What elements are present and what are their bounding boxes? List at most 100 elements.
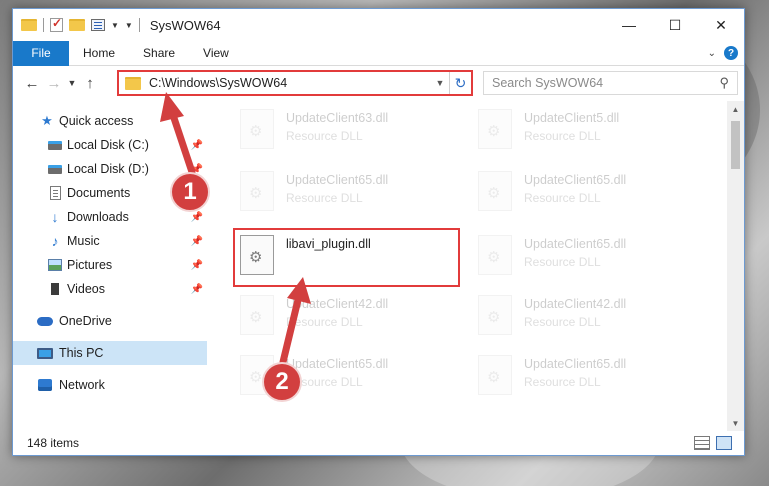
pin-icon[interactable]: 📌 bbox=[191, 140, 203, 151]
this-pc-icon bbox=[37, 345, 53, 361]
title-separator bbox=[138, 18, 140, 32]
file-type: Resource DLL bbox=[524, 315, 601, 329]
tab-view[interactable]: View bbox=[189, 41, 243, 66]
ribbon-tabs: File Home Share View ⌄ ? bbox=[13, 40, 744, 66]
folder-icon bbox=[21, 19, 37, 31]
refresh-icon[interactable]: ↻ bbox=[449, 72, 471, 94]
file-type: Resource DLL bbox=[524, 255, 601, 269]
address-path[interactable]: C:\Windows\SysWOW64 bbox=[149, 76, 431, 90]
ribbon-right-controls: ⌄ ? bbox=[708, 46, 738, 60]
address-bar[interactable]: C:\Windows\SysWOW64 ▼ ↻ bbox=[117, 70, 473, 96]
pin-icon[interactable]: 📌 bbox=[191, 284, 203, 295]
forward-arrow-icon[interactable]: → bbox=[43, 72, 65, 94]
file-name: UpdateClient42.dll bbox=[286, 297, 389, 311]
tiles-view-icon[interactable] bbox=[716, 436, 732, 450]
search-box[interactable]: Search SysWOW64 ⚲ bbox=[483, 71, 738, 95]
sidebar-item-this-pc[interactable]: This PC bbox=[13, 341, 207, 365]
sidebar-item-label: Music bbox=[67, 234, 100, 248]
sidebar-item-quick-access[interactable]: ★ Quick access bbox=[13, 109, 207, 133]
file-item[interactable]: UpdateClient42.dll Resource DLL bbox=[238, 289, 448, 337]
customize-dropdown-icon[interactable]: ▼ bbox=[111, 21, 119, 30]
videos-icon bbox=[47, 281, 63, 297]
title-bar: ▼ ▼ SysWOW64 — ☐ ✕ bbox=[13, 9, 744, 41]
step-badge-2: 2 bbox=[262, 362, 302, 402]
sidebar-item-music[interactable]: ♪ Music 📌 bbox=[13, 229, 207, 253]
scroll-up-arrow-icon[interactable]: ▲ bbox=[727, 101, 744, 117]
file-name: UpdateClient5.dll bbox=[524, 111, 620, 125]
star-icon: ★ bbox=[41, 113, 53, 128]
pictures-icon bbox=[47, 257, 63, 273]
file-type: Resource DLL bbox=[524, 375, 601, 389]
music-icon: ♪ bbox=[51, 233, 59, 249]
dll-file-icon bbox=[240, 171, 274, 211]
step-badge-1: 1 bbox=[170, 172, 210, 212]
documents-icon bbox=[47, 185, 63, 201]
sidebar-item-label: Quick access bbox=[59, 114, 134, 128]
dll-file-icon bbox=[478, 171, 512, 211]
customize-icon[interactable] bbox=[91, 19, 105, 31]
up-arrow-icon[interactable]: ↑ bbox=[79, 72, 101, 94]
back-arrow-icon[interactable]: ← bbox=[21, 72, 43, 94]
pin-icon[interactable]: 📌 bbox=[191, 236, 203, 247]
sidebar-item-local-disk-c[interactable]: Local Disk (C:) 📌 bbox=[13, 133, 207, 157]
vertical-scrollbar[interactable]: ▲ ▼ bbox=[727, 101, 744, 431]
close-button[interactable]: ✕ bbox=[698, 9, 744, 41]
pin-icon[interactable]: 📌 bbox=[191, 260, 203, 271]
file-item[interactable]: UpdateClient65.dll Resource DLL bbox=[476, 349, 686, 397]
file-item[interactable]: UpdateClient65.dll Resource DLL bbox=[238, 165, 448, 213]
file-name: UpdateClient65.dll bbox=[286, 357, 389, 371]
address-dropdown-icon[interactable]: ▼ bbox=[431, 78, 449, 88]
file-type: Resource DLL bbox=[286, 315, 363, 329]
highlight-box-file bbox=[233, 228, 460, 287]
dll-file-icon bbox=[478, 355, 512, 395]
file-item[interactable]: UpdateClient42.dll Resource DLL bbox=[476, 289, 686, 337]
recent-locations-chevron-icon[interactable]: ▼ bbox=[65, 72, 79, 94]
address-folder-icon bbox=[125, 76, 141, 90]
drive-icon bbox=[47, 137, 63, 153]
item-count: 148 items bbox=[27, 436, 80, 450]
file-item[interactable]: UpdateClient5.dll Resource DLL bbox=[476, 103, 686, 151]
quick-access-dropdown-icon[interactable]: ▼ bbox=[125, 21, 133, 30]
sidebar-item-label: This PC bbox=[59, 346, 104, 360]
expand-ribbon-chevron-icon[interactable]: ⌄ bbox=[708, 48, 716, 59]
scroll-down-arrow-icon[interactable]: ▼ bbox=[727, 415, 744, 431]
sidebar-item-pictures[interactable]: Pictures 📌 bbox=[13, 253, 207, 277]
file-item[interactable]: UpdateClient65.dll Resource DLL bbox=[476, 229, 686, 277]
new-folder-icon[interactable] bbox=[69, 19, 85, 31]
sidebar-item-label: Documents bbox=[67, 186, 131, 200]
explorer-window: ▼ ▼ SysWOW64 — ☐ ✕ File Home Share View … bbox=[12, 8, 745, 456]
file-type: Resource DLL bbox=[286, 129, 363, 143]
file-type: Resource DLL bbox=[286, 191, 363, 205]
drive-icon bbox=[47, 161, 63, 177]
file-item[interactable]: UpdateClient65.dll Resource DLL bbox=[476, 165, 686, 213]
sidebar-item-network[interactable]: Network bbox=[13, 373, 207, 397]
tab-home[interactable]: Home bbox=[69, 41, 129, 66]
file-type: Resource DLL bbox=[524, 191, 601, 205]
scroll-thumb[interactable] bbox=[731, 121, 740, 169]
dll-file-icon bbox=[240, 109, 274, 149]
dll-file-icon bbox=[240, 295, 274, 335]
window-title: SysWOW64 bbox=[149, 17, 221, 33]
sidebar-item-onedrive[interactable]: OneDrive bbox=[13, 309, 207, 333]
pin-icon[interactable]: 📌 bbox=[191, 212, 203, 223]
status-bar: 148 items bbox=[13, 431, 744, 455]
quick-access-toolbar: ▼ ▼ bbox=[13, 9, 140, 41]
sidebar-item-videos[interactable]: Videos 📌 bbox=[13, 277, 207, 301]
sidebar-item-label: Videos bbox=[67, 282, 105, 296]
properties-check-icon[interactable] bbox=[50, 16, 63, 32]
help-icon[interactable]: ? bbox=[724, 46, 738, 60]
window-controls: — ☐ ✕ bbox=[606, 9, 744, 41]
file-name: UpdateClient65.dll bbox=[524, 173, 627, 187]
tab-share[interactable]: Share bbox=[129, 41, 189, 66]
file-item[interactable]: UpdateClient63.dll Resource DLL bbox=[238, 103, 448, 151]
maximize-button[interactable]: ☐ bbox=[652, 9, 698, 41]
dll-file-icon bbox=[478, 235, 512, 275]
search-placeholder[interactable]: Search SysWOW64 bbox=[492, 76, 603, 90]
search-icon[interactable]: ⚲ bbox=[719, 75, 729, 91]
details-view-icon[interactable] bbox=[694, 436, 710, 450]
file-type: Resource DLL bbox=[524, 129, 601, 143]
tab-file[interactable]: File bbox=[13, 40, 69, 66]
network-icon bbox=[37, 377, 53, 393]
minimize-button[interactable]: — bbox=[606, 9, 652, 41]
file-name: UpdateClient65.dll bbox=[524, 357, 627, 371]
